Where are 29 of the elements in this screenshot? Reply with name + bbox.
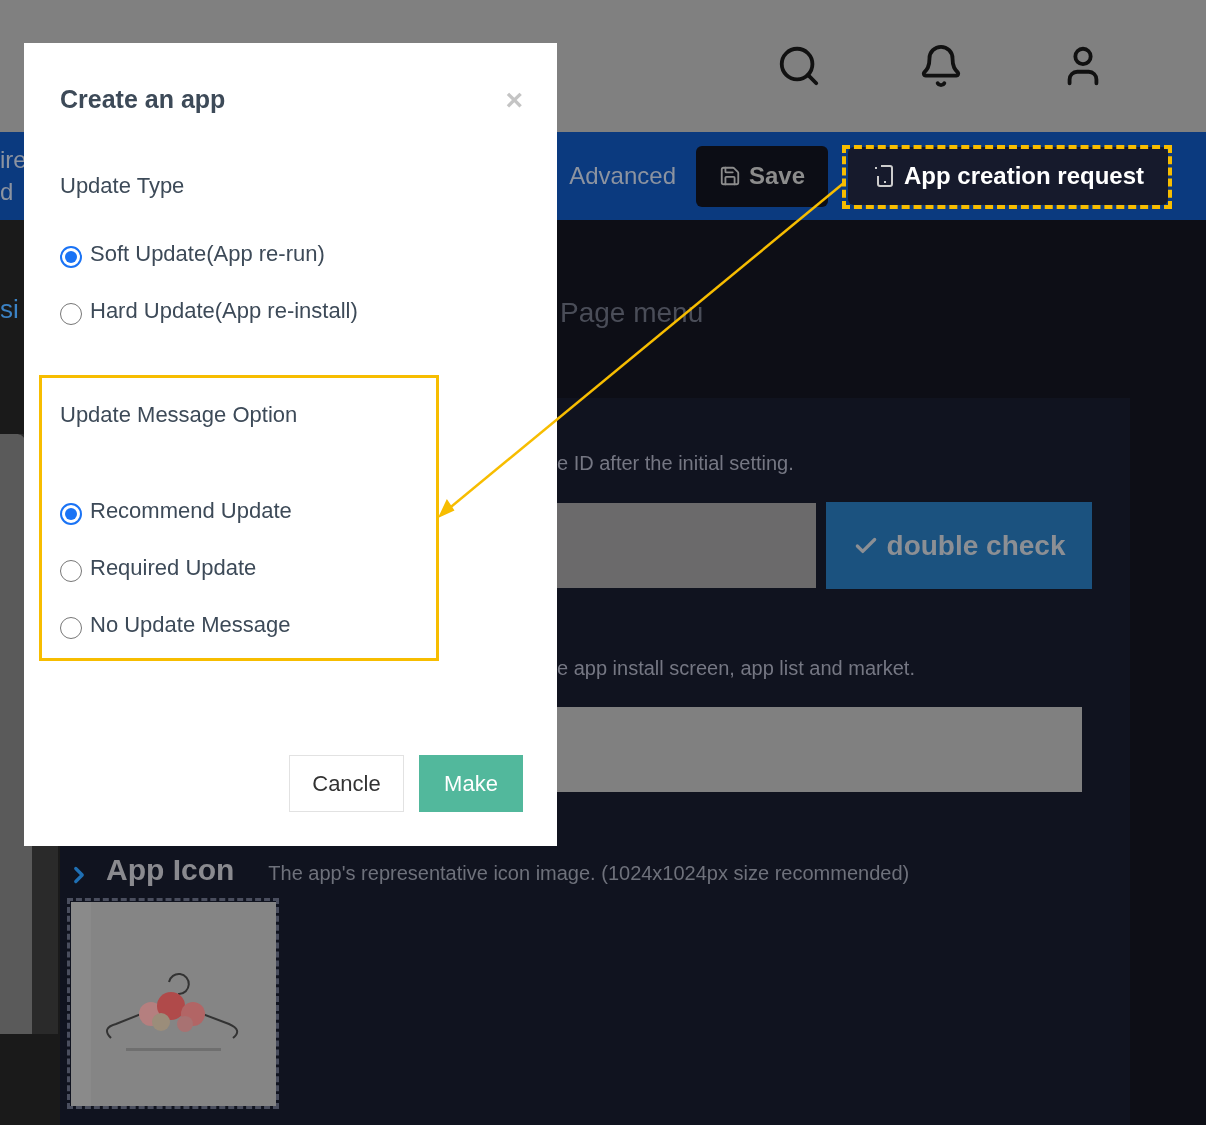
cancel-button[interactable]: Cancle — [289, 754, 404, 812]
field-label: Update Message Option — [60, 400, 299, 429]
dialog-title: Create an app — [60, 84, 226, 115]
option-label: Hard Update(App re-install) — [90, 296, 358, 325]
radio-button[interactable] — [60, 559, 82, 582]
sidebar-label: si — [0, 294, 20, 324]
option-label: Soft Update(App re-run) — [90, 239, 325, 268]
option-label: Required Update — [90, 553, 257, 582]
field-label: Update Type — [60, 171, 186, 200]
double-check-button[interactable]: double check — [826, 502, 1092, 589]
advanced-tab[interactable]: Advanced — [569, 158, 676, 194]
radio-button[interactable] — [60, 502, 82, 525]
section-description: The app's representative icon image. (1024x1024px size recommended) — [268, 861, 910, 886]
hint-text: e app install screen, app list and market. — [556, 656, 916, 681]
input-field[interactable] — [557, 503, 816, 588]
save-button[interactable]: Save — [696, 145, 828, 207]
toolbar-label: d — [0, 177, 15, 207]
section-title: App Icon — [106, 852, 235, 888]
toolbar-label: ire — [0, 145, 27, 175]
app-creation-request-button[interactable]: App creation request — [848, 147, 1168, 205]
input-field[interactable] — [557, 707, 1082, 792]
radio-button[interactable] — [60, 302, 82, 325]
radio-button[interactable] — [60, 245, 82, 268]
option-label: No Update Message — [90, 610, 291, 639]
make-button[interactable]: Make — [419, 754, 523, 812]
radio-button[interactable] — [60, 616, 82, 639]
option-label: Recommend Update — [90, 496, 292, 525]
hint-text: e ID after the initial setting. — [556, 451, 795, 476]
save-icon — [718, 165, 741, 187]
